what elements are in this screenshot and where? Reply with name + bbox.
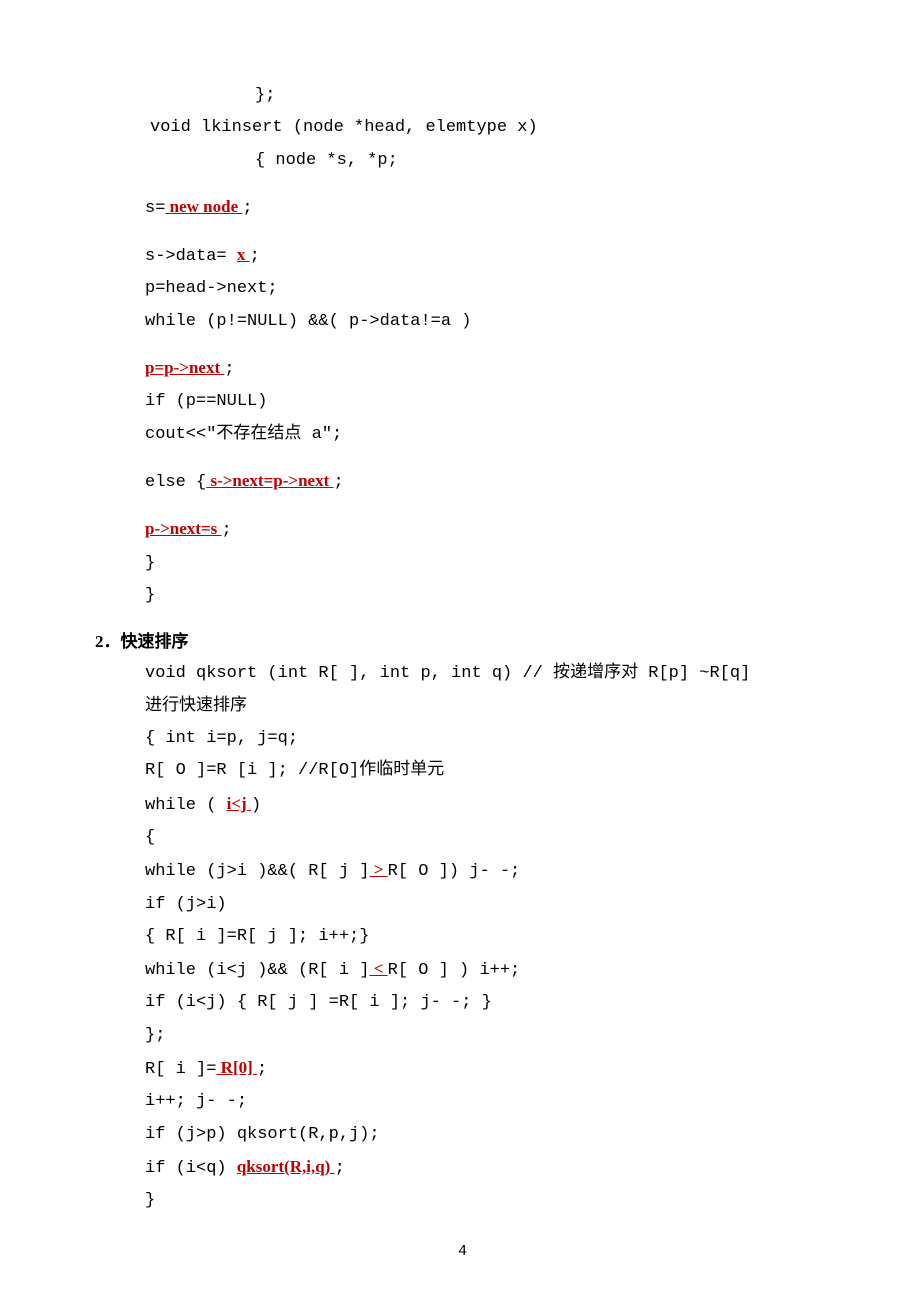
code-line: while ( i<j ) [95, 788, 830, 822]
text: { R[ i ]=R[ j ]; i++;} [145, 927, 369, 946]
text: ; [334, 473, 344, 492]
text: i++; j- -; [145, 1092, 247, 1111]
code-line: s= new node ; [95, 191, 830, 225]
code-line: { [95, 822, 830, 854]
text: { [145, 828, 155, 847]
text: void lkinsert (node *head, elemtype x) [150, 118, 538, 137]
code-line: cout<<"不存在结点 a"; [95, 419, 830, 451]
section-heading: 2．快速排序 [95, 626, 830, 658]
text: R[ O ]=R [i ]; //R[O]作临时单元 [145, 761, 444, 780]
code-line: while (j>i )&&( R[ j ] > R[ O ]) j- -; [95, 854, 830, 888]
text: R[ i ]= [145, 1060, 216, 1079]
text: if (j>p) qksort(R,p,j); [145, 1125, 380, 1144]
code-line: if (p==NULL) [95, 386, 830, 418]
text: if (i<q) [145, 1159, 237, 1178]
code-line: if (j>p) qksort(R,p,j); [95, 1119, 830, 1151]
code-line: }; [95, 1020, 830, 1052]
text: { int i=p, j=q; [145, 729, 298, 748]
text: else { [145, 473, 206, 492]
text: p=head->next; [145, 279, 278, 298]
answer-blank: x [237, 245, 250, 264]
answer-blank: p->next=s [145, 519, 222, 538]
text: 进行快速排序 [145, 697, 247, 716]
code-line: } [95, 580, 830, 612]
answer-blank: qksort(R,i,q) [237, 1157, 335, 1176]
code-line: if (i<j) { R[ j ] =R[ i ]; j- -; } [95, 987, 830, 1019]
text: { node *s, *p; [255, 151, 398, 170]
text: 4 [458, 1243, 467, 1260]
code-line: p->next=s ; [95, 513, 830, 547]
code-line: i++; j- -; [95, 1086, 830, 1118]
code-line: while (i<j )&& (R[ i ] < R[ O ] ) i++; [95, 953, 830, 987]
code-line: if (j>i) [95, 889, 830, 921]
answer-blank: i<j [227, 794, 251, 813]
text: ; [224, 360, 234, 379]
code-line: else { s->next=p->next ; [95, 465, 830, 499]
document-page: }; void lkinsert (node *head, elemtype x… [0, 0, 920, 1306]
code-line: void lkinsert (node *head, elemtype x) [95, 112, 830, 144]
code-line: R[ i ]= R[0] ; [95, 1052, 830, 1086]
answer-blank: s->next=p->next [206, 471, 333, 490]
text: s->data= [145, 247, 237, 266]
code-line: { R[ i ]=R[ j ]; i++;} [95, 921, 830, 953]
text: } [145, 1191, 155, 1210]
text: R[ O ]) j- -; [388, 862, 521, 881]
code-line: { int i=p, j=q; [95, 723, 830, 755]
answer-blank: < [369, 959, 387, 978]
text: ; [335, 1159, 345, 1178]
text: if (i<j) { R[ j ] =R[ i ]; j- -; } [145, 993, 492, 1012]
code-line: s->data= x ; [95, 239, 830, 273]
text: while ( [145, 796, 227, 815]
text: cout<<"不存在结点 a"; [145, 425, 342, 444]
text: R[ O ] ) i++; [388, 961, 521, 980]
code-line: void qksort (int R[ ], int p, int q) // … [95, 658, 830, 690]
text: while (j>i )&&( R[ j ] [145, 862, 369, 881]
text: } [145, 554, 155, 573]
answer-blank: p=p->next [145, 358, 224, 377]
text: s= [145, 199, 165, 218]
code-line: } [95, 1185, 830, 1217]
answer-blank: > [369, 860, 387, 879]
code-line: while (p!=NULL) &&( p->data!=a ) [95, 306, 830, 338]
text: ; [242, 199, 252, 218]
text: ; [257, 1060, 267, 1079]
text: if (j>i) [145, 895, 227, 914]
code-line: p=head->next; [95, 273, 830, 305]
code-line: R[ O ]=R [i ]; //R[O]作临时单元 [95, 755, 830, 787]
code-line: } [95, 548, 830, 580]
text: ; [222, 521, 232, 540]
text: if (p==NULL) [145, 392, 267, 411]
code-line: if (i<q) qksort(R,i,q) ; [95, 1151, 830, 1185]
code-line: { node *s, *p; [95, 145, 830, 177]
text: ; [250, 247, 260, 266]
text: } [145, 586, 155, 605]
page-number: 4 [95, 1238, 830, 1267]
code-line: 进行快速排序 [95, 691, 830, 723]
text: }; [145, 1026, 165, 1045]
answer-blank: R[0] [216, 1058, 257, 1077]
text: ) [251, 796, 261, 815]
text: while (i<j )&& (R[ i ] [145, 961, 369, 980]
text: }; [255, 86, 275, 105]
answer-blank: new node [165, 197, 242, 216]
code-line: }; [95, 80, 830, 112]
text: 2．快速排序 [95, 632, 189, 651]
code-line: p=p->next ; [95, 352, 830, 386]
text: void qksort (int R[ ], int p, int q) // … [145, 664, 750, 683]
text: while (p!=NULL) &&( p->data!=a ) [145, 312, 471, 331]
